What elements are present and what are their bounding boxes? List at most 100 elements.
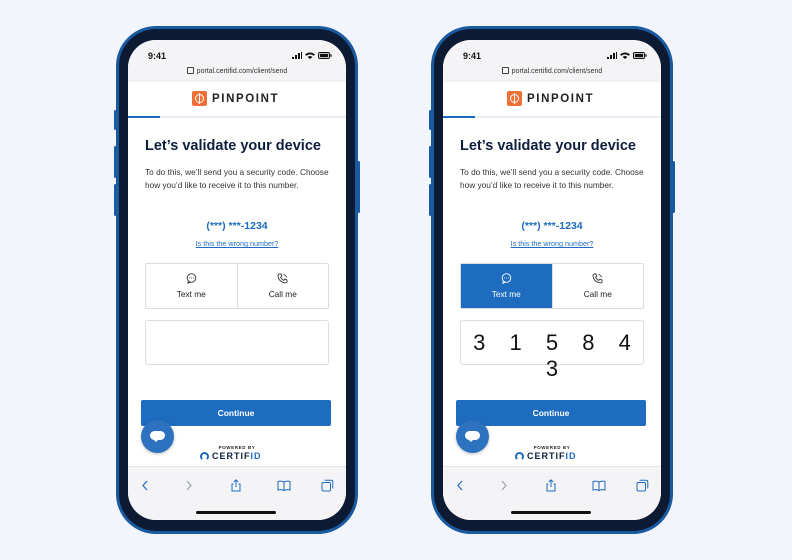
security-code-value: 3 1 5 8 4 3 (473, 330, 640, 381)
certifid-logo: CERTIFID (200, 451, 262, 461)
phone-side-button (429, 110, 432, 130)
masked-phone-number: (***) ***-1234 (206, 220, 268, 232)
call-me-option[interactable]: Call me (236, 264, 329, 308)
certifid-wordmark-accent: ID (565, 451, 577, 461)
page-description: To do this, we’ll send you a security co… (460, 167, 644, 190)
brand-name: PINPOINT (527, 92, 595, 105)
masked-phone-number: (***) ***-1234 (521, 220, 583, 232)
forward-chevron-icon (186, 480, 192, 490)
phone-screen: 9:41 portal.certifid.com/client/send PIN… (443, 40, 661, 520)
forward-chevron-icon (501, 480, 507, 490)
page-title: Let’s validate your device (145, 138, 321, 154)
tabs-icon (321, 479, 333, 491)
back-chevron-icon (457, 480, 463, 490)
signal-icon (607, 52, 617, 59)
bookmarks-button[interactable] (592, 478, 606, 492)
phone-volume-up-button (429, 146, 432, 178)
progress-indicator (128, 116, 160, 118)
status-icons (607, 52, 647, 59)
app-header: PINPOINT (443, 82, 661, 118)
browser-status-bar: 9:41 portal.certifid.com/client/send (128, 40, 346, 82)
delivery-method-selector: Text me Call me (460, 263, 644, 309)
wifi-icon (305, 52, 315, 59)
delivery-method-selector: Text me Call me (145, 263, 329, 309)
status-icons (292, 52, 332, 59)
certifid-logo-icon (200, 451, 209, 461)
certifid-wordmark: CERTIF (527, 451, 566, 461)
chat-bubble-icon (150, 431, 165, 442)
back-chevron-icon (142, 480, 148, 490)
progress-indicator (443, 116, 475, 118)
tabs-button[interactable] (635, 478, 649, 492)
browser-toolbar (443, 466, 661, 520)
book-icon (277, 480, 291, 491)
phone-side-button (114, 110, 117, 130)
brand-logo: PINPOINT (192, 91, 279, 106)
share-icon (231, 478, 241, 491)
call-me-label: Call me (583, 289, 612, 299)
security-code-input[interactable]: 3 1 5 8 4 3 (460, 320, 644, 381)
share-icon (546, 478, 556, 491)
bookmarks-button[interactable] (277, 478, 291, 492)
status-time: 9:41 (463, 51, 482, 61)
wrong-number-link[interactable]: Is this the wrong number? (128, 239, 346, 248)
chat-bubble-icon (465, 431, 480, 442)
back-button[interactable] (453, 478, 467, 492)
certifid-wordmark: CERTIF (212, 451, 251, 461)
call-me-option[interactable]: Call me (551, 264, 644, 308)
lock-icon (501, 67, 509, 74)
phone-volume-down-button (429, 184, 432, 216)
battery-icon (633, 52, 647, 59)
text-me-label: Text me (491, 289, 521, 299)
phone-icon (277, 273, 288, 284)
browser-toolbar (128, 466, 346, 520)
chat-icon (186, 273, 197, 284)
tabs-icon (636, 479, 648, 491)
back-button[interactable] (138, 478, 152, 492)
security-code-input[interactable] (145, 320, 329, 365)
certifid-logo: CERTIFID (515, 451, 577, 461)
pinpoint-logo-icon (192, 91, 207, 106)
text-me-option[interactable]: Text me (146, 264, 237, 308)
text-me-label: Text me (176, 289, 206, 299)
forward-button[interactable] (182, 478, 196, 492)
phone-power-button (672, 161, 675, 213)
url-text: portal.certifid.com/client/send (511, 68, 603, 75)
share-button[interactable] (544, 478, 558, 492)
address-bar[interactable]: portal.certifid.com/client/send (443, 67, 661, 75)
text-me-option[interactable]: Text me (461, 264, 552, 308)
continue-button[interactable]: Continue (456, 400, 646, 426)
powered-by-label: POWERED BY (218, 445, 256, 450)
home-indicator (196, 511, 276, 514)
phone-screen: 9:41 portal.certifid.com/client/send PIN… (128, 40, 346, 520)
brand-logo: PINPOINT (507, 91, 594, 106)
call-me-label: Call me (268, 289, 297, 299)
book-icon (592, 480, 606, 491)
app-header: PINPOINT (128, 82, 346, 118)
address-bar[interactable]: portal.certifid.com/client/send (128, 67, 346, 75)
brand-name: PINPOINT (212, 92, 280, 105)
chat-icon (501, 273, 512, 284)
home-indicator (511, 511, 591, 514)
share-button[interactable] (229, 478, 243, 492)
url-text: portal.certifid.com/client/send (196, 68, 288, 75)
forward-button[interactable] (497, 478, 511, 492)
lock-icon (186, 67, 194, 74)
certifid-logo-icon (515, 451, 524, 461)
wrong-number-link[interactable]: Is this the wrong number? (443, 239, 661, 248)
tabs-button[interactable] (320, 478, 334, 492)
battery-icon (318, 52, 332, 59)
phone-volume-up-button (114, 146, 117, 178)
pinpoint-logo-icon (507, 91, 522, 106)
wifi-icon (620, 52, 630, 59)
status-time: 9:41 (148, 51, 167, 61)
phone-volume-down-button (114, 184, 117, 216)
phone-mockup-right: 9:41 portal.certifid.com/client/send PIN… (429, 26, 675, 534)
phone-icon (592, 273, 603, 284)
browser-status-bar: 9:41 portal.certifid.com/client/send (443, 40, 661, 82)
continue-button[interactable]: Continue (141, 400, 331, 426)
certifid-wordmark-accent: ID (250, 451, 262, 461)
page-description: To do this, we’ll send you a security co… (145, 167, 329, 190)
phone-power-button (357, 161, 360, 213)
phone-mockup-left: 9:41 portal.certifid.com/client/send PIN… (114, 26, 360, 534)
